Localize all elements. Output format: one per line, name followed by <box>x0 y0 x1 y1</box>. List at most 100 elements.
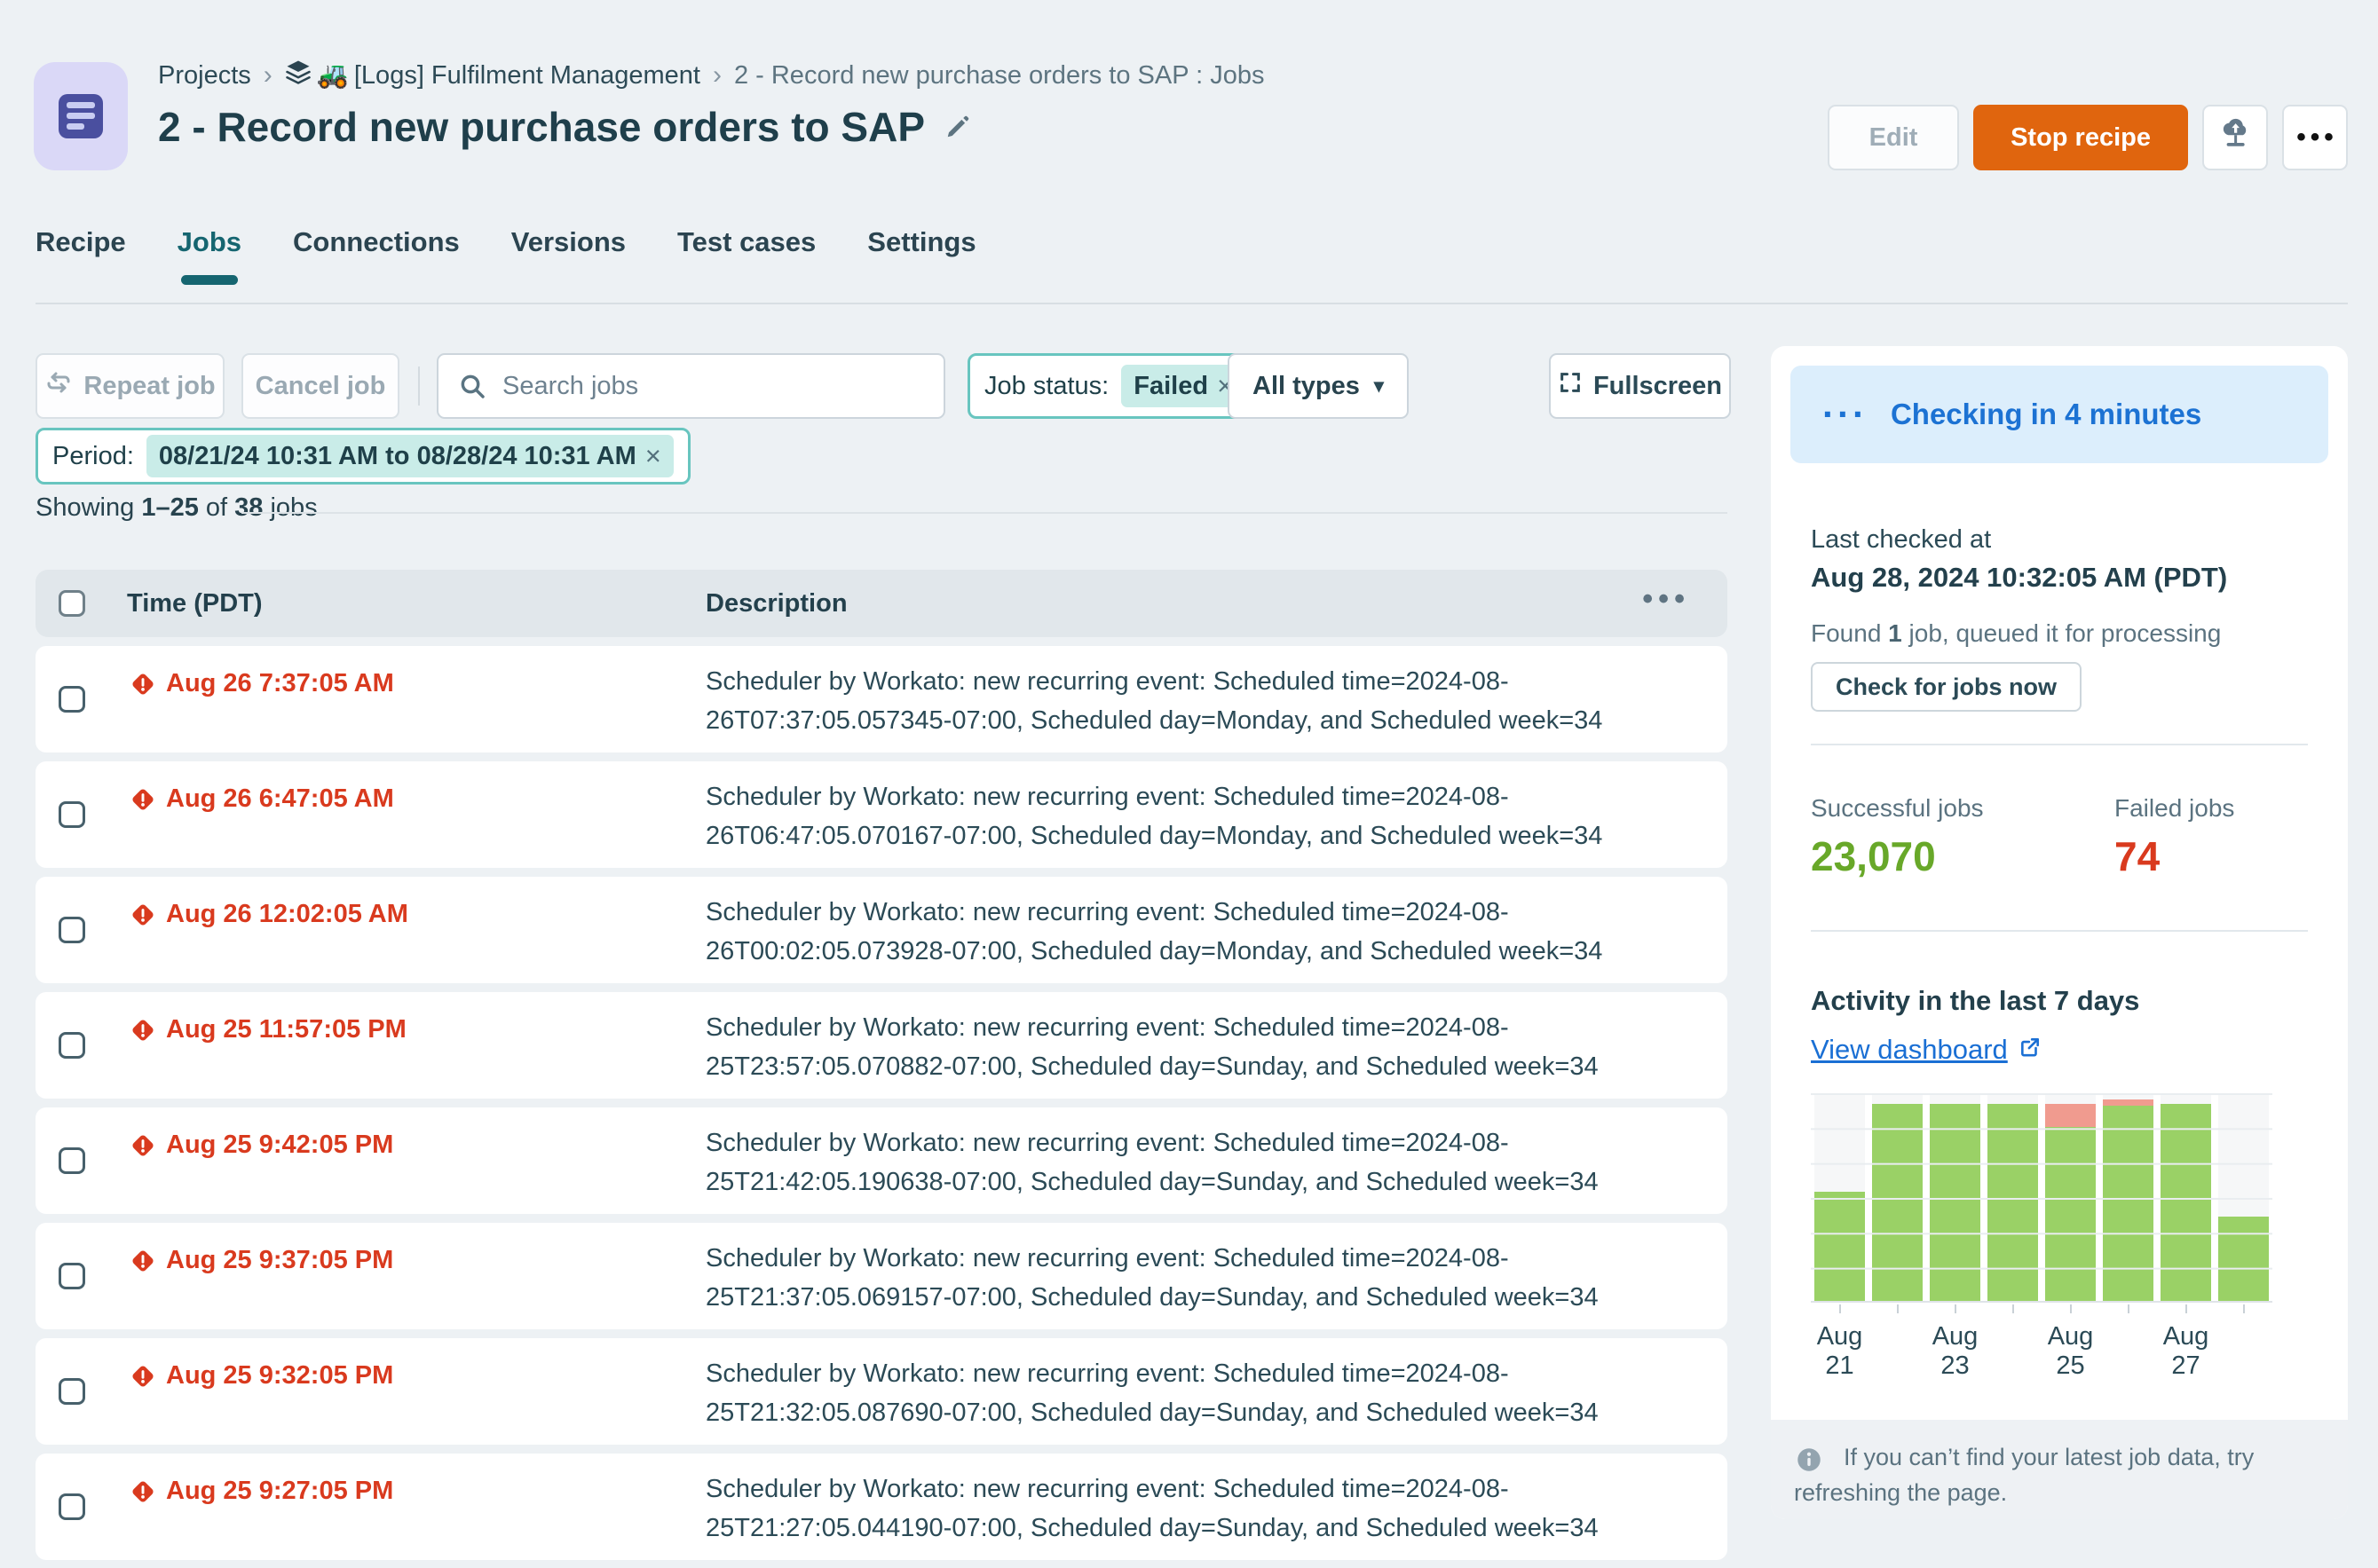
last-checked-value: Aug 28, 2024 10:32:05 AM (PDT) <box>1811 562 2228 593</box>
job-time: Aug 25 9:37:05 PM <box>166 1246 394 1274</box>
period-filter-chip[interactable]: Period: 08/21/24 10:31 AM to 08/28/24 10… <box>36 428 691 485</box>
table-menu-icon[interactable]: ••• <box>1642 582 1690 617</box>
job-time: Aug 26 7:37:05 AM <box>166 669 394 697</box>
tab-connections[interactable]: Connections <box>293 226 460 281</box>
breadcrumb-current: 2 - Record new purchase orders to SAP : … <box>733 60 1265 90</box>
jobs-table-header: Time (PDT) Description ••• <box>36 570 1727 637</box>
tab-label: Jobs <box>177 226 242 257</box>
row-checkbox[interactable] <box>59 1147 85 1174</box>
row-checkbox[interactable] <box>59 1263 85 1289</box>
job-description: Scheduler by Workato: new recurring even… <box>706 777 1602 855</box>
all-types-label: All types <box>1252 371 1360 400</box>
axis-tick <box>1984 1304 2042 1313</box>
bar-success <box>1930 1103 1980 1303</box>
chart-column-aug-25 <box>2045 1093 2096 1303</box>
more-actions-button[interactable]: ••• <box>2282 105 2348 170</box>
view-dashboard-label: View dashboard <box>1811 1034 2008 1065</box>
chart-column-aug-26 <box>2103 1093 2153 1303</box>
tab-versions[interactable]: Versions <box>511 226 626 281</box>
last-checked-label: Last checked at <box>1811 525 1992 554</box>
project-emoji-icon: 🚜 <box>316 61 349 90</box>
job-status-label: Job status: <box>984 371 1110 400</box>
job-row[interactable]: Aug 26 7:37:05 AM Scheduler by Workato: … <box>36 646 1727 752</box>
job-row[interactable]: Aug 25 9:27:05 PM Scheduler by Workato: … <box>36 1454 1727 1560</box>
job-description: Scheduler by Workato: new recurring even… <box>706 1354 1599 1432</box>
remove-period-filter-icon[interactable]: × <box>645 440 661 472</box>
tab-settings[interactable]: Settings <box>867 226 976 281</box>
job-row[interactable]: Aug 25 9:32:05 PM Scheduler by Workato: … <box>36 1338 1727 1445</box>
ellipsis-icon: ••• <box>2296 122 2338 152</box>
breadcrumb-projects-link[interactable]: Projects <box>158 61 251 91</box>
job-row[interactable]: Aug 25 11:57:05 PM Scheduler by Workato:… <box>36 992 1727 1099</box>
axis-label: Aug 27 <box>2162 1322 2209 1380</box>
toolbar-divider <box>418 366 420 406</box>
failed-jobs-label: Failed jobs <box>2114 794 2235 822</box>
job-failed-icon <box>129 1016 157 1049</box>
job-time: Aug 26 12:02:05 AM <box>166 900 408 928</box>
row-checkbox[interactable] <box>59 917 85 943</box>
job-row[interactable]: Aug 25 9:42:05 PM Scheduler by Workato: … <box>36 1107 1727 1214</box>
fullscreen-icon <box>1558 370 1583 402</box>
job-row[interactable]: Aug 26 6:47:05 AM Scheduler by Workato: … <box>36 761 1727 868</box>
view-dashboard-link[interactable]: View dashboard <box>1811 1034 2042 1066</box>
job-time: Aug 25 11:57:05 PM <box>166 1015 407 1044</box>
row-checkbox[interactable] <box>59 1032 85 1059</box>
cancel-job-button[interactable]: Cancel job <box>241 353 399 419</box>
select-all-checkbox[interactable] <box>59 590 85 617</box>
job-status-filter-chip[interactable]: Job status: Failed × <box>968 353 1263 419</box>
polling-banner-text: Checking in 4 minutes <box>1890 398 2202 430</box>
row-checkbox[interactable] <box>59 1378 85 1405</box>
job-row[interactable]: Aug 25 9:37:05 PM Scheduler by Workato: … <box>36 1223 1727 1329</box>
job-time: Aug 25 9:27:05 PM <box>166 1477 394 1505</box>
recipe-title-text: 2 - Record new purchase orders to SAP <box>158 104 926 150</box>
successful-jobs-label: Successful jobs <box>1811 794 1984 822</box>
cloud-upload-icon <box>2217 116 2253 159</box>
tab-jobs[interactable]: Jobs <box>178 226 241 281</box>
job-description-line2: 25T21:32:05.087690-07:00, Scheduled day=… <box>706 1399 1599 1427</box>
search-jobs <box>437 353 945 419</box>
row-checkbox[interactable] <box>59 1493 85 1520</box>
job-description-line1: Scheduler by Workato: new recurring even… <box>706 1244 1509 1273</box>
chart-column-aug-23 <box>1930 1093 1980 1303</box>
sidebar-footer-note: If you can’t find your latest job data, … <box>1771 1420 2348 1519</box>
chart-column-aug-22 <box>1872 1093 1923 1303</box>
divider <box>1811 744 2308 745</box>
tab-recipe[interactable]: Recipe <box>36 226 126 281</box>
fullscreen-label: Fullscreen <box>1592 371 1723 400</box>
edit-button[interactable]: Edit <box>1828 105 1960 170</box>
job-row[interactable]: Aug 26 12:02:05 AM Scheduler by Workato:… <box>36 877 1727 983</box>
axis-label <box>1984 1322 2042 1381</box>
chevron-right-icon: › <box>712 60 722 90</box>
job-failed-icon <box>129 785 157 818</box>
search-input[interactable] <box>437 353 945 419</box>
chevron-right-icon: › <box>263 60 273 90</box>
bar-success <box>2218 1217 2269 1303</box>
fullscreen-button[interactable]: Fullscreen <box>1549 353 1731 419</box>
job-description-line1: Scheduler by Workato: new recurring even… <box>706 667 1509 696</box>
job-description-line1: Scheduler by Workato: new recurring even… <box>706 1013 1509 1042</box>
showing-divider <box>241 512 1727 514</box>
tab-test-cases[interactable]: Test cases <box>677 226 816 281</box>
job-description: Scheduler by Workato: new recurring even… <box>706 893 1602 971</box>
edit-title-pencil-icon[interactable] <box>944 114 971 140</box>
found-jobs-text: Found 1 job, queued it for processing <box>1811 619 2222 647</box>
cancel-job-label: Cancel job <box>255 371 386 400</box>
bar-success <box>2103 1106 2153 1303</box>
axis-tick <box>1868 1304 1926 1313</box>
row-checkbox[interactable] <box>59 801 85 828</box>
job-time: Aug 26 6:47:05 AM <box>166 784 394 813</box>
axis-label: Aug 21 <box>1816 1322 1863 1380</box>
chart-column-aug-27 <box>2161 1093 2211 1303</box>
deploy-button[interactable] <box>2202 105 2268 170</box>
tab-bar: Recipe Jobs Connections Versions Test ca… <box>36 226 976 281</box>
axis-label <box>2099 1322 2157 1381</box>
breadcrumb-project-link[interactable]: 🚜 [Logs] Fulfilment Management <box>285 59 700 92</box>
search-icon <box>458 372 486 405</box>
row-checkbox[interactable] <box>59 686 85 713</box>
all-types-dropdown[interactable]: All types ▾ <box>1228 353 1409 419</box>
stop-recipe-button[interactable]: Stop recipe <box>1973 105 2188 170</box>
check-for-jobs-button[interactable]: Check for jobs now <box>1811 662 2082 712</box>
info-icon <box>1794 1445 1824 1479</box>
repeat-job-button[interactable]: Repeat job <box>36 353 225 419</box>
jobs-list: Aug 26 7:37:05 AM Scheduler by Workato: … <box>36 646 1727 1560</box>
